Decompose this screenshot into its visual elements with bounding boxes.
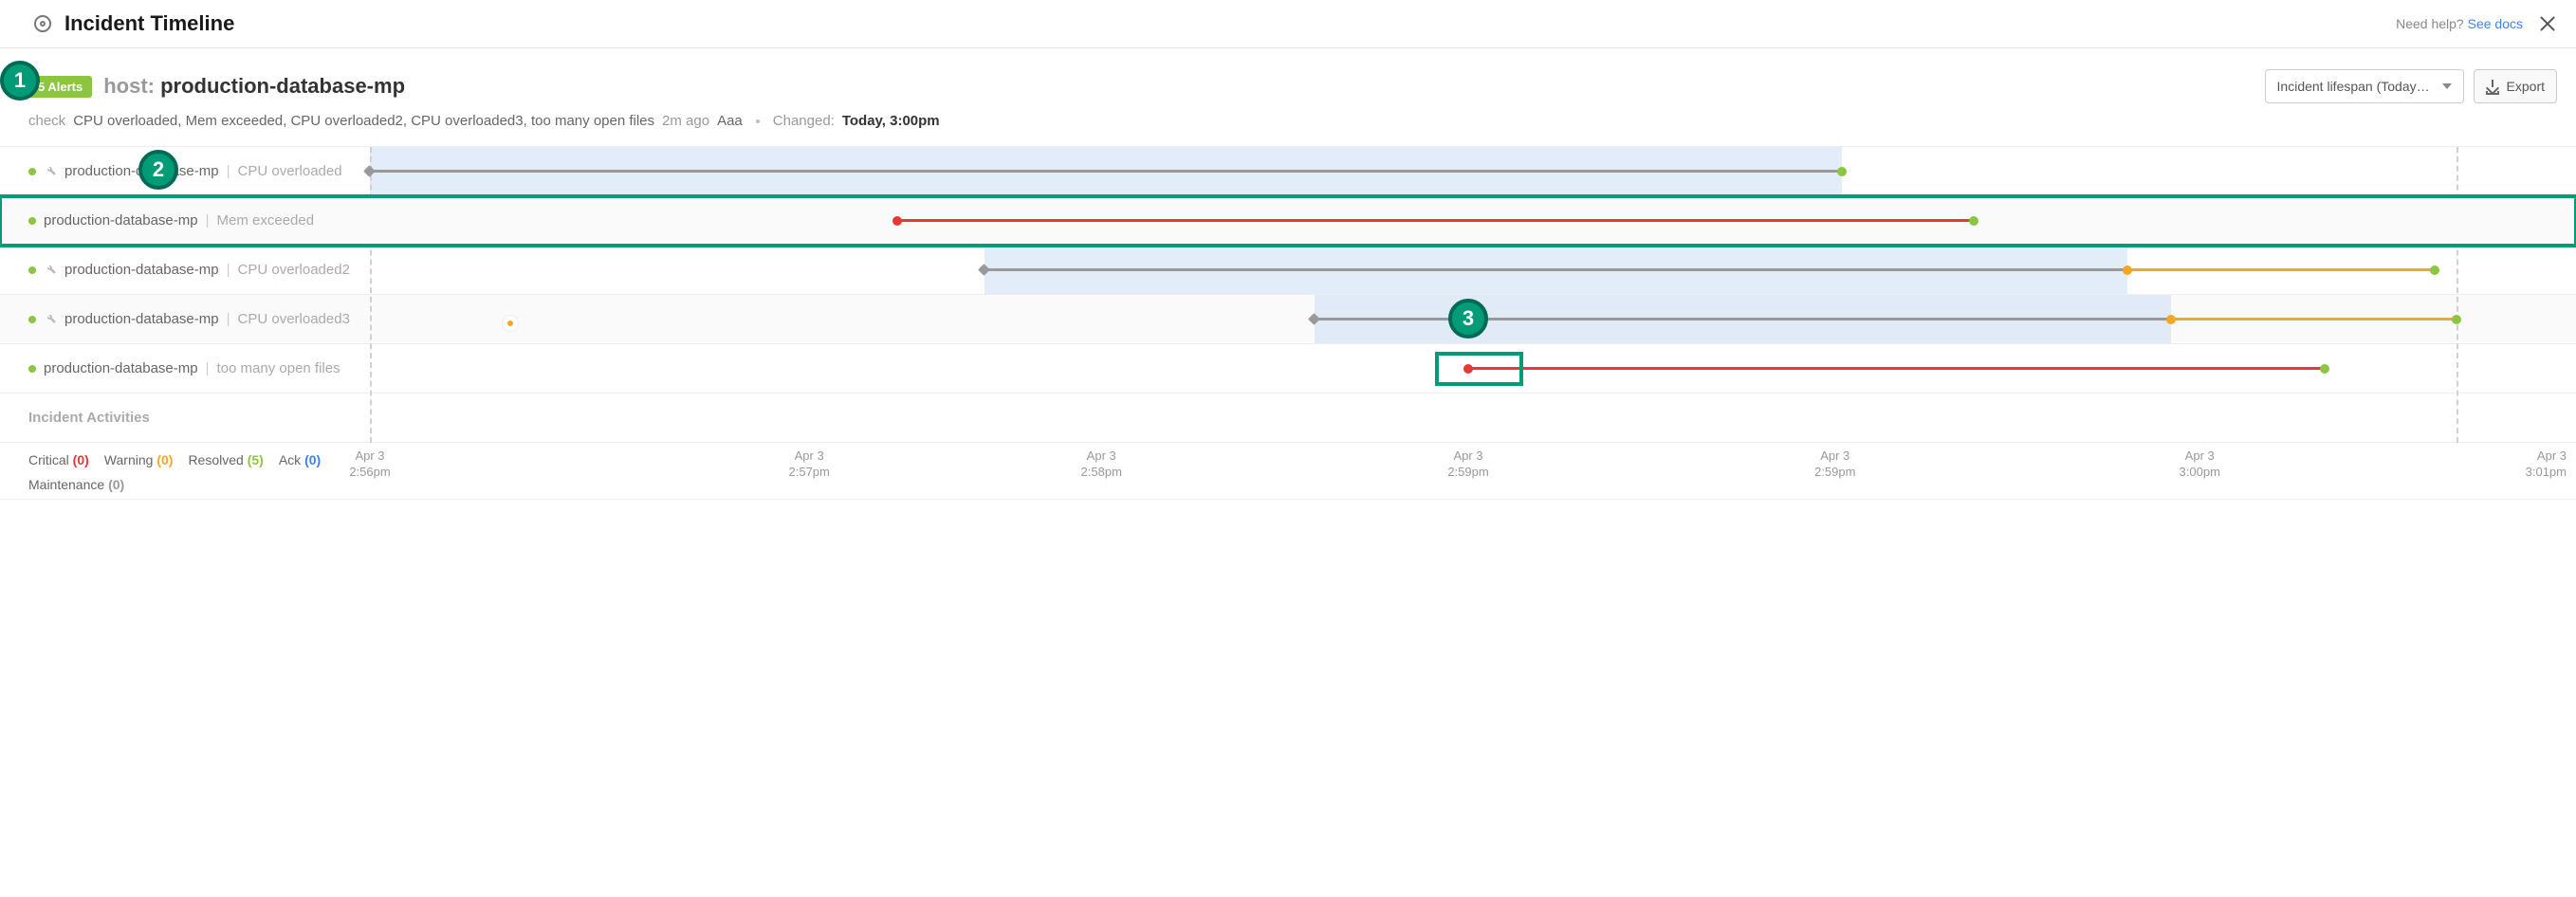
axis-tick: Apr 32:59pm (1814, 448, 1855, 481)
lane-label: production-database-mp | CPU overloaded3 (0, 311, 370, 328)
activity-marker[interactable] (502, 315, 519, 332)
segment-bar (897, 219, 1974, 222)
segment-end-node (1837, 167, 1847, 176)
segment-end-node (1969, 216, 1978, 226)
separator-dot (756, 119, 760, 123)
host-label: host: (103, 74, 155, 98)
lane-check: CPU overloaded (238, 163, 342, 179)
download-icon (2486, 80, 2499, 93)
changed-value: Today, 3:00pm (842, 113, 940, 129)
status-dot-icon (28, 168, 36, 175)
lane-host: production-database-mp (64, 311, 219, 327)
segment-end-node (2166, 315, 2176, 324)
axis-tick: Apr 32:59pm (1447, 448, 1488, 481)
lane-check: CPU overloaded2 (238, 262, 350, 278)
help-prefix: Need help? (2396, 16, 2468, 31)
host-title: host: production-database-mp (103, 74, 405, 99)
wrench-icon (44, 311, 57, 328)
lane-host: production-database-mp (44, 212, 198, 229)
axis-tick: Apr 32:57pm (789, 448, 830, 481)
axis-tick: Apr 33:01pm (2526, 448, 2567, 481)
check-label: check (28, 113, 65, 129)
alerts-badge: 5 Alerts (28, 76, 92, 98)
pipe-separator: | (206, 360, 210, 376)
lane-check: Mem exceeded (217, 212, 315, 229)
status-dot-icon (28, 365, 36, 373)
segment-start-node (1463, 364, 1473, 374)
axis-tick: Apr 33:00pm (2180, 448, 2220, 481)
segment-end-node (2452, 315, 2461, 324)
segment-end-node (2123, 265, 2132, 275)
segment-end-node (2430, 265, 2439, 275)
lane-check: too many open files (217, 360, 340, 376)
lane-host: production-database-mp (64, 163, 219, 179)
chevron-down-icon (2442, 83, 2452, 89)
wrench-icon (44, 262, 57, 279)
help-text: Need help? See docs (2396, 16, 2523, 31)
pipe-separator: | (227, 311, 230, 327)
status-dot-icon (28, 316, 36, 323)
lane-label: production-database-mp | CPU overloaded (0, 163, 370, 180)
age-suffix: Aaa (717, 113, 743, 129)
lane-host: production-database-mp (44, 360, 198, 376)
legend-critical: Critical (0) (28, 452, 89, 467)
legend-warning: Warning (0) (104, 452, 174, 467)
lane-label: production-database-mp | Mem exceeded (0, 212, 370, 229)
help-link[interactable]: See docs (2468, 16, 2523, 31)
changed-label: Changed: (773, 113, 835, 129)
axis-tick: Apr 32:58pm (1081, 448, 1122, 481)
timeline-lane[interactable]: production-database-mp | Mem exceeded (0, 196, 2576, 246)
axis-tick: Apr 32:56pm (349, 448, 390, 481)
activities-label: Incident Activities (28, 410, 150, 426)
checks-list: CPU overloaded, Mem exceeded, CPU overlo… (73, 113, 654, 129)
lifespan-select[interactable]: Incident lifespan (Today… (2265, 69, 2464, 103)
pipe-separator: | (227, 262, 230, 278)
age-text: 2m ago (662, 113, 709, 129)
segment-start-node (892, 216, 902, 226)
wrench-icon (44, 163, 57, 180)
export-button[interactable]: Export (2474, 69, 2557, 103)
legend-resolved: Resolved (5) (188, 452, 263, 467)
legend-ack: Ack (0) (279, 452, 321, 467)
status-dot-icon (28, 217, 36, 225)
pipe-separator: | (227, 163, 230, 179)
lane-host: production-database-mp (64, 262, 219, 278)
lifespan-value: Incident lifespan (Today… (2277, 79, 2430, 94)
legend-maintenance: Maintenance (0) (28, 477, 124, 492)
segment-end-node (2320, 364, 2329, 374)
pipe-separator: | (206, 212, 210, 229)
incident-icon (34, 15, 51, 32)
page-title: Incident Timeline (64, 11, 234, 36)
status-dot-icon (28, 266, 36, 274)
host-name: production-database-mp (160, 74, 405, 98)
lane-check: CPU overloaded3 (238, 311, 350, 327)
lane-label: production-database-mp | CPU overloaded2 (0, 262, 370, 279)
close-icon[interactable] (2538, 14, 2557, 33)
lane-label: production-database-mp | too many open f… (0, 360, 370, 376)
export-label: Export (2507, 79, 2545, 94)
lane-track (370, 196, 2567, 245)
